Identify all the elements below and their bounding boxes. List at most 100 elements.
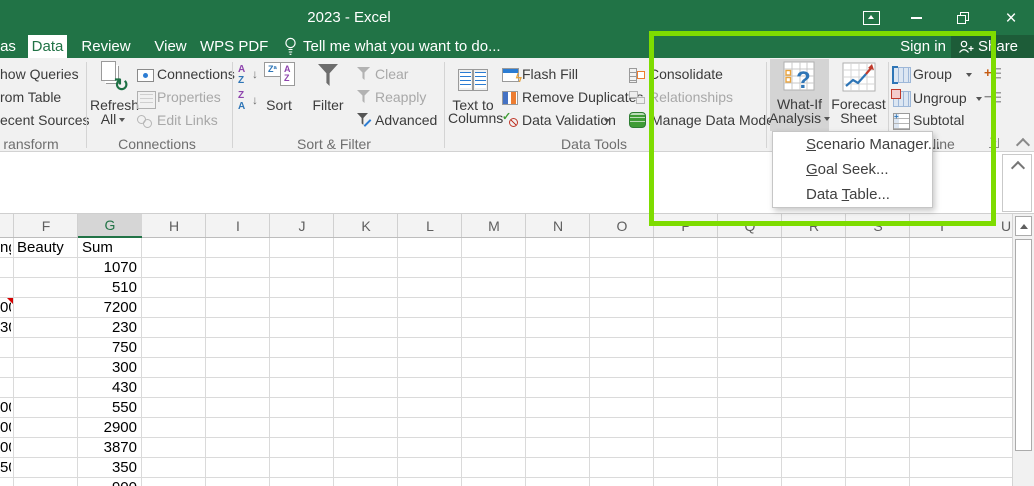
scroll-up-arrow-icon [1019,223,1028,229]
column-header-j[interactable]: J [270,214,334,238]
hide-detail-button[interactable] [984,90,1002,105]
remove-duplicates-label: Remove Duplicates [522,89,644,105]
minimize-icon [910,17,922,19]
cell-g-value[interactable]: 550 [78,398,137,418]
funnel-part [357,113,368,125]
filter-funnel-icon [318,64,338,86]
cell-e-partial[interactable]: 00 [0,418,11,438]
what-if-label-2-text: Analysis [768,110,822,126]
comment-indicator-triangle [7,298,13,304]
text-to-columns-button[interactable]: Text to Columns [448,59,503,131]
column-header-s[interactable]: S [846,214,910,238]
group-icon [892,66,911,84]
column-header-f[interactable]: F [14,214,78,238]
column-header-h[interactable]: H [142,214,206,238]
cell-g-value[interactable]: 2900 [78,418,137,438]
tell-me-box[interactable]: Tell me what you want to do... [284,35,501,58]
outline-dialog-launcher-icon[interactable] [989,138,999,148]
cell-g-value[interactable]: 1070 [78,258,137,278]
scrollbar-thumb[interactable] [1015,239,1032,451]
vertical-scrollbar[interactable] [1012,214,1034,486]
tab-review[interactable]: Review [76,35,136,58]
cell-g-header[interactable]: Sum [82,238,138,258]
what-if-analysis-menu: Scenario Manager... Goal Seek... Data Ta… [772,131,940,208]
tab-wps-pdf[interactable]: WPS PDF [200,35,268,58]
column-header-i[interactable]: I [206,214,270,238]
column-header-o[interactable]: O [590,214,654,238]
reapply-label: Reapply [375,89,427,105]
column-header-n[interactable]: N [526,214,590,238]
show-detail-button[interactable] [984,66,1002,81]
share-person-icon [959,40,974,53]
menu-item-data-table[interactable]: Data Table... [773,182,932,207]
cell-g-value[interactable]: 300 [78,358,137,378]
tab-formulas-partial[interactable]: as [0,35,16,58]
flash-fill-label: Flash Fill [522,66,579,82]
sort-button[interactable]: Sort [258,59,300,131]
column-header-l[interactable]: L [398,214,462,238]
scroll-up-button[interactable] [1015,216,1032,236]
column-header-q[interactable]: Q [718,214,782,238]
forecast-sheet-button[interactable]: Forecast Sheet [830,59,887,131]
formula-bar-expand-box[interactable] [1002,154,1032,212]
cell-f-header[interactable]: Beauty [17,238,75,258]
cell-g-value[interactable]: 510 [78,278,137,298]
minimize-button[interactable] [903,6,929,30]
cell-g-value[interactable]: 750 [78,338,137,358]
data-validation-label: Data Validation [522,112,616,128]
cell-g-value[interactable]: 900 [78,478,137,486]
properties-icon [137,91,156,109]
data-validation-icon [502,110,518,127]
dropdown-caret-icon [966,73,972,77]
filter-label: Filter [312,97,344,113]
cell-e-partial[interactable]: 50 [0,458,11,478]
group-label-data-tools: Data Tools [561,136,627,152]
sign-in-button[interactable]: Sign in [896,35,950,58]
refresh-all-button[interactable]: Refresh All [90,59,139,131]
cell-g-value[interactable]: 350 [78,458,137,478]
column-header-r[interactable]: R [782,214,846,238]
share-button[interactable]: Share [951,35,1034,58]
refresh-all-icon [98,61,129,96]
consolidate-icon [629,68,645,83]
recent-sources-button-partial[interactable]: ecent Sources [0,112,90,129]
column-header-t[interactable]: T [910,214,974,238]
cell-e-partial[interactable]: 00 [0,398,11,418]
subtotal-label: Subtotal [913,112,965,128]
cell-g-value[interactable]: 7200 [78,298,137,318]
relationships-icon [629,91,645,104]
formula-bar-collapse-chevron-icon [1010,160,1026,176]
cell-g-value[interactable]: 3870 [78,438,137,458]
cell-g-value[interactable]: 430 [78,378,137,398]
restore-button[interactable] [950,6,976,30]
ribbon-display-options-button[interactable] [858,6,884,30]
cell-g-value[interactable]: 230 [78,318,137,338]
tab-data[interactable]: Data [28,35,67,58]
sort-za-descending-button[interactable] [238,90,258,112]
mnemonic: S [806,136,817,153]
column-header-k[interactable]: K [334,214,398,238]
menu-item-goal-seek[interactable]: Goal Seek... [773,157,932,182]
sort-dialog-icon [264,62,295,88]
column-header-p[interactable]: P [654,214,718,238]
cell-e-partial[interactable]: ng [0,238,11,258]
share-label: Share [978,38,1019,55]
from-table-button-partial[interactable]: rom Table [0,89,61,106]
close-button[interactable]: × [998,6,1024,30]
manage-data-model-label: Manage Data Model [651,112,778,128]
what-if-analysis-button[interactable]: ? What-If Analysis [768,59,831,131]
advanced-filter-icon [357,113,370,126]
cell-e-partial[interactable]: 00 [0,438,11,458]
filter-button[interactable]: Filter [303,59,353,131]
sort-az-ascending-button[interactable] [238,64,258,86]
column-header-g-selected[interactable]: G [78,214,142,238]
what-if-label-2: Analysis [768,110,831,126]
show-queries-button-partial[interactable]: how Queries [0,66,79,83]
column-header-m[interactable]: M [462,214,526,238]
forecast-label-2: Sheet [840,110,877,126]
tab-view[interactable]: View [148,35,193,58]
menu-item-scenario-manager[interactable]: Scenario Manager... [773,132,940,157]
manage-data-model-icon [629,112,646,128]
cell-e-partial[interactable]: 30 [0,318,11,338]
group-label: Group [913,66,952,82]
